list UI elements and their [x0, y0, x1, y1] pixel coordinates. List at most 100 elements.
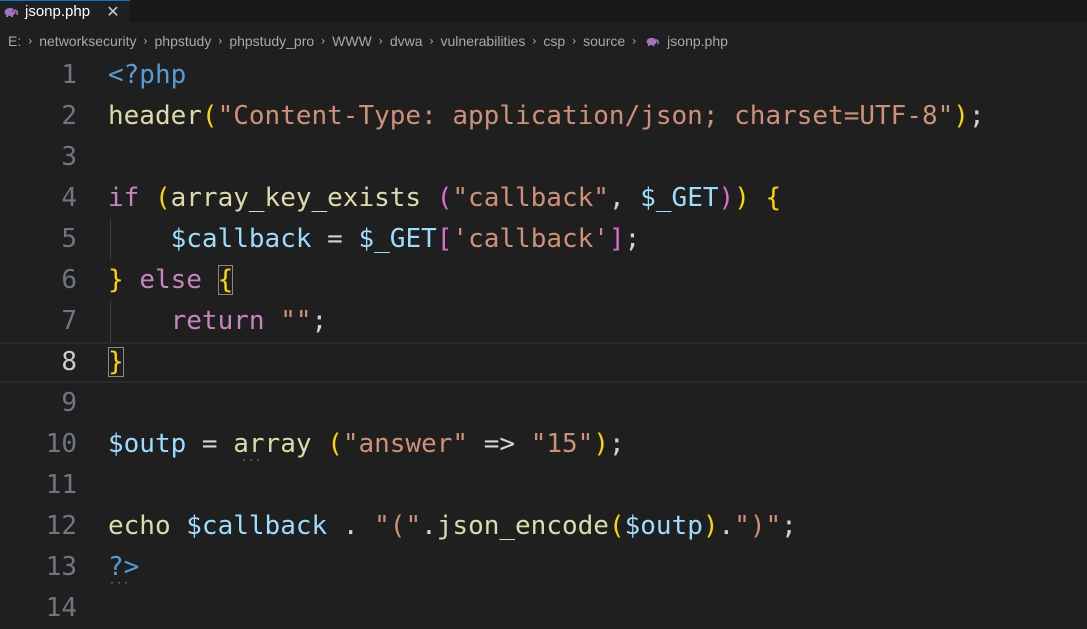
code-token: "": [280, 306, 312, 336]
line-number: 9: [61, 388, 77, 418]
code-line[interactable]: 14: [0, 588, 1087, 629]
code-text: return "";: [108, 301, 328, 342]
code-text: ?>: [108, 547, 139, 588]
breadcrumb-separator: ›: [27, 34, 33, 48]
code-line[interactable]: 2 header("Content-Type: application/json;…: [0, 96, 1087, 137]
code-token: (: [154, 183, 171, 213]
line-number: 14: [45, 593, 77, 623]
code-line[interactable]: 10 $outp = array ("answer" => "15");: [0, 424, 1087, 465]
code-token: $callback: [170, 224, 312, 254]
code-token: ;: [608, 429, 625, 459]
code-token: [: [436, 224, 453, 254]
tab-label: jsonp.php: [25, 3, 91, 20]
code-token: =: [186, 429, 234, 459]
code-line[interactable]: 12 echo $callback . "(".json_encode($outp…: [0, 506, 1087, 547]
code-token: ,: [608, 183, 641, 213]
code-token: ): [702, 511, 719, 541]
breadcrumb-separator: ›: [143, 34, 148, 48]
line-number: 1: [61, 60, 77, 90]
breadcrumb-separator: ›: [429, 34, 434, 48]
code-token: $_GET: [640, 183, 719, 213]
code-token: (: [608, 511, 625, 541]
breadcrumb-item[interactable]: dvwa: [388, 33, 425, 49]
code-token: ;: [968, 101, 985, 131]
code-token: array: [233, 429, 312, 459]
breadcrumb-item[interactable]: csp: [541, 33, 567, 49]
code-token: ?>: [108, 552, 140, 582]
code-line[interactable]: 8}: [0, 342, 1087, 383]
breadcrumb-separator: ›: [320, 34, 326, 48]
code-token: }: [108, 265, 124, 295]
breadcrumb-item[interactable]: phpstudy: [153, 33, 214, 49]
code-token: $_GET: [358, 224, 437, 254]
breadcrumb-item[interactable]: source: [581, 33, 627, 49]
code-token: $callback: [186, 511, 328, 541]
code-token: else: [139, 265, 202, 295]
code-token: if: [108, 183, 140, 213]
code-line[interactable]: 11: [0, 465, 1087, 506]
code-token: (: [327, 429, 343, 459]
code-token: "answer": [342, 429, 469, 459]
code-line[interactable]: 5 $callback = $_GET['callback'];: [0, 219, 1087, 260]
line-number: 4: [61, 183, 77, 213]
line-number: 12: [45, 511, 77, 541]
code-line[interactable]: 4 if (array_key_exists ("callback", $_GET…: [0, 178, 1087, 219]
breadcrumb-separator: ›: [217, 34, 223, 48]
code-line[interactable]: 9: [0, 383, 1087, 424]
breadcrumb-item[interactable]: networksecurity: [37, 33, 138, 49]
breadcrumb-separator: ›: [378, 34, 384, 48]
code-token: ): [734, 183, 750, 213]
code-token: ;: [311, 306, 328, 336]
code-token: =: [311, 224, 359, 254]
close-icon[interactable]: ✕: [104, 1, 122, 21]
breadcrumb-separator: ›: [631, 34, 637, 48]
code-token: "Content-Type: application/json; charset…: [217, 101, 954, 131]
breadcrumb-item[interactable]: WWW: [330, 33, 374, 49]
code-token: "(": [374, 511, 422, 541]
tab-bar: jsonp.php ✕: [0, 0, 1087, 22]
code-token: ")": [734, 511, 782, 541]
code-token: array_key_exists: [170, 183, 422, 213]
code-editor[interactable]: ··· ··· 1 <?php 2 header("Content-Type: app…: [0, 55, 1087, 623]
code-token: ;: [624, 224, 641, 254]
code-line[interactable]: 7 return "";: [0, 301, 1087, 342]
line-number: 11: [45, 470, 77, 500]
code-token: (: [201, 101, 218, 131]
code-text: $outp = array ("answer" => "15");: [108, 424, 625, 465]
line-number: 5: [61, 224, 77, 254]
code-text: $callback = $_GET['callback'];: [108, 219, 641, 260]
code-token: "15": [530, 429, 594, 459]
breadcrumb-item[interactable]: E:: [6, 33, 23, 49]
code-token: 'callback': [452, 224, 609, 254]
breadcrumb-item[interactable]: jsonp.php: [665, 33, 730, 49]
code-token: json_encode: [436, 511, 609, 541]
code-token: <?php: [108, 60, 187, 90]
code-line[interactable]: 13 ?>: [0, 547, 1087, 588]
code-text: echo $callback . "(".json_encode($outp).…: [108, 506, 797, 547]
tab-jsonp-php[interactable]: jsonp.php ✕: [0, 0, 130, 22]
breadcrumb-item[interactable]: vulnerabilities: [439, 33, 528, 49]
breadcrumb-item[interactable]: phpstudy_pro: [227, 33, 316, 49]
code-token: .: [718, 511, 735, 541]
code-token: }: [108, 347, 124, 377]
code-line[interactable]: 3: [0, 137, 1087, 178]
line-number: 3: [61, 142, 77, 172]
code-line[interactable]: 1 <?php: [0, 55, 1087, 96]
code-token: {: [217, 265, 234, 295]
code-text: }: [108, 344, 124, 381]
code-token: $outp: [624, 511, 703, 541]
breadcrumb: E: › networksecurity › phpstudy › phpstudy_pro…: [0, 30, 730, 52]
code-text: } else {: [108, 260, 234, 301]
code-line[interactable]: 6} else {: [0, 260, 1087, 301]
breadcrumb-separator: ›: [531, 34, 537, 48]
code-text: if (array_key_exists ("callback", $_GET)…: [108, 178, 781, 219]
code-token: (: [436, 183, 453, 213]
